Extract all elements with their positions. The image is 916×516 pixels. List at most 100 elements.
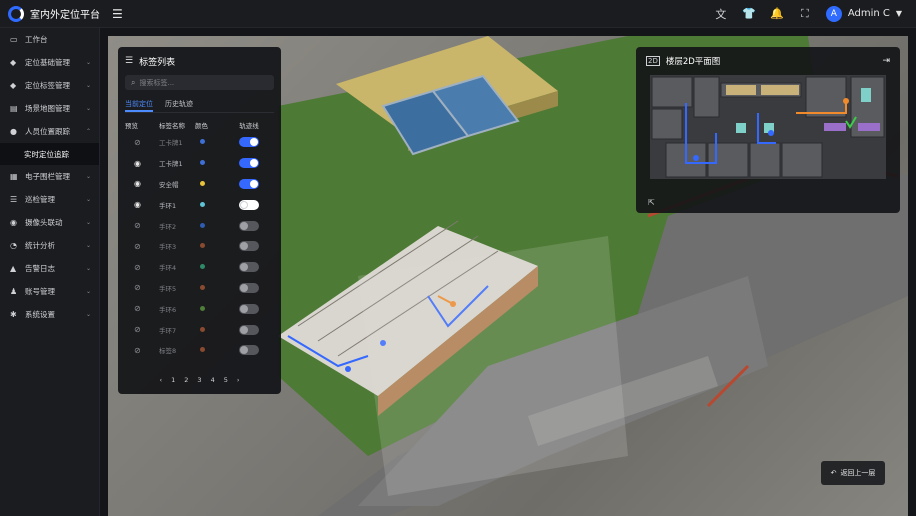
col-preview: 预览: [125, 122, 138, 130]
page-4[interactable]: 4: [211, 376, 215, 384]
eye-off-icon[interactable]: ⊘: [134, 263, 141, 272]
toggle-knob: [250, 179, 258, 188]
table-row: ⊘ 手环4: [125, 257, 274, 278]
eye-icon[interactable]: ◉: [134, 200, 141, 209]
track-toggle[interactable]: [239, 137, 259, 148]
expand-icon[interactable]: ⇱: [648, 198, 655, 207]
chevron-down-icon: ⌄: [85, 196, 91, 203]
tag-name: 手环7: [159, 326, 177, 335]
track-toggle[interactable]: [239, 241, 259, 252]
sidebar-subitem-realtime[interactable]: 实时定位追踪: [0, 143, 99, 165]
sidebar-item-camera[interactable]: ◉ 摄像头联动 ⌄: [0, 211, 99, 234]
tab-current-location[interactable]: 当前定位: [125, 99, 153, 112]
track-toggle[interactable]: [239, 282, 259, 293]
search-icon: ⌕: [131, 77, 136, 87]
table-row: ⊘ 手环7: [125, 319, 274, 340]
sidebar-item-location-base[interactable]: ◆ 定位基础管理 ⌄: [0, 51, 99, 74]
page-2[interactable]: 2: [184, 376, 188, 384]
track-toggle[interactable]: [239, 324, 259, 335]
sidebar-item-settings[interactable]: ✱ 系统设置 ⌄: [0, 303, 99, 326]
chevron-down-icon: ⌄: [85, 173, 91, 180]
floor-plan-header: 2D 楼层2D平面图 ⇥: [646, 53, 890, 69]
menu-icon[interactable]: ☰: [125, 56, 133, 66]
toggle-knob: [240, 200, 248, 209]
chevron-down-icon: ⌄: [85, 288, 91, 295]
translate-icon[interactable]: 文: [714, 6, 728, 22]
sidebar-item-fence[interactable]: ▦ 电子围栏管理 ⌄: [0, 165, 99, 188]
eye-off-icon[interactable]: ⊘: [134, 325, 141, 334]
table-row: ⊘ 手环5: [125, 278, 274, 299]
tag-name: 手环1: [159, 201, 177, 210]
page-5[interactable]: 5: [224, 376, 228, 384]
eye-off-icon[interactable]: ⊘: [134, 138, 141, 147]
next-page-icon[interactable]: ›: [237, 376, 240, 384]
chevron-down-icon: ⌄: [85, 219, 91, 226]
eye-icon[interactable]: ◉: [134, 179, 141, 188]
back-button[interactable]: ↶ 返回上一层: [821, 461, 885, 485]
fullscreen-icon[interactable]: ⛶: [798, 7, 812, 21]
eye-off-icon[interactable]: ⊘: [134, 304, 141, 313]
eye-off-icon[interactable]: ⊘: [134, 242, 141, 251]
toggle-knob: [240, 263, 248, 272]
track-toggle[interactable]: [239, 220, 259, 231]
track-toggle[interactable]: [239, 303, 259, 314]
chevron-down-icon: ⌄: [85, 59, 91, 66]
tag-name: 手环5: [159, 284, 177, 293]
panel-title: 标签列表: [139, 57, 176, 68]
map-icon: ▤: [10, 104, 18, 113]
sidebar-item-statistics[interactable]: ◔ 统计分析 ⌄: [0, 234, 99, 257]
floor-2d-icon: 2D: [646, 56, 660, 66]
floor-plan-drawing: [650, 75, 886, 179]
eye-off-icon[interactable]: ⊘: [134, 346, 141, 355]
search-input[interactable]: [139, 78, 260, 87]
color-dot: [200, 264, 205, 270]
brand: 室内外定位平台: [0, 5, 100, 22]
col-track-line: 轨迹线: [239, 122, 259, 130]
monitor-icon: ▭: [10, 35, 18, 44]
shirt-icon[interactable]: 👕: [742, 7, 756, 20]
sidebar-item-alarm-log[interactable]: ▲ 告警日志 ⌄: [0, 257, 99, 280]
menu-toggle-icon[interactable]: ☰: [112, 7, 123, 21]
track-toggle[interactable]: [239, 158, 259, 169]
tag-name: 标签8: [159, 347, 177, 356]
app-root: 室内外定位平台 ☰ 文 👕 🔔 ⛶ A Admin C ▼ ▭ 工作台 ◆ 定位基础…: [0, 0, 916, 516]
sidebar-item-person-tracking[interactable]: ● 人员位置跟踪 ⌃: [0, 120, 99, 143]
tag-icon: ◆: [10, 81, 17, 90]
eye-icon[interactable]: ◉: [134, 159, 141, 168]
sidebar-item-inspection[interactable]: ☰ 巡检管理 ⌄: [0, 188, 99, 211]
toggle-knob: [240, 304, 248, 313]
collapse-icon[interactable]: ⇥: [882, 56, 890, 66]
page-1[interactable]: 1: [171, 376, 175, 384]
page-3[interactable]: 3: [197, 376, 201, 384]
color-dot: [200, 347, 205, 353]
sidebar-item-account[interactable]: ♟ 账号管理 ⌄: [0, 280, 99, 303]
user-menu[interactable]: A Admin C ▼: [825, 5, 902, 22]
track-toggle[interactable]: [239, 262, 259, 273]
track-toggle[interactable]: [239, 345, 259, 356]
table-row: ⊘ 工卡牌1: [125, 132, 274, 153]
gear-icon: ✱: [10, 310, 17, 319]
chevron-up-icon: ⌃: [85, 128, 91, 135]
color-dot: [200, 180, 205, 186]
sidebar-item-tag-manage[interactable]: ◆ 定位标签管理 ⌄: [0, 74, 99, 97]
floor-plan-map[interactable]: [646, 73, 890, 187]
eye-off-icon[interactable]: ⊘: [134, 221, 141, 230]
tab-history-track[interactable]: 历史轨迹: [165, 99, 193, 112]
track-toggle[interactable]: [239, 199, 259, 210]
eye-off-icon[interactable]: ⊘: [134, 283, 141, 292]
logo-icon: [8, 5, 24, 22]
tag-name: 安全帽: [159, 180, 179, 189]
tag-icon: ◆: [10, 58, 17, 67]
prev-page-icon[interactable]: ‹: [160, 376, 163, 384]
pagination: ‹ 1 2 3 4 5 ›: [118, 376, 281, 384]
back-button-label: 返回上一层: [840, 469, 876, 477]
table-row: ⊘ 手环2: [125, 215, 274, 236]
sidebar: ▭ 工作台 ◆ 定位基础管理 ⌄ ◆ 定位标签管理 ⌄ ▤ 场景地图管理 ⌄ ● 人员位置跟踪 ⌃…: [0, 28, 100, 516]
color-dot: [200, 243, 205, 249]
sidebar-item-workbench[interactable]: ▭ 工作台: [0, 28, 99, 51]
track-toggle[interactable]: [239, 178, 259, 189]
bell-icon[interactable]: 🔔: [770, 7, 784, 20]
col-tag-name: 标签名称: [159, 122, 185, 130]
sidebar-item-scene-map[interactable]: ▤ 场景地图管理 ⌄: [0, 97, 99, 120]
toggle-knob: [240, 283, 248, 292]
